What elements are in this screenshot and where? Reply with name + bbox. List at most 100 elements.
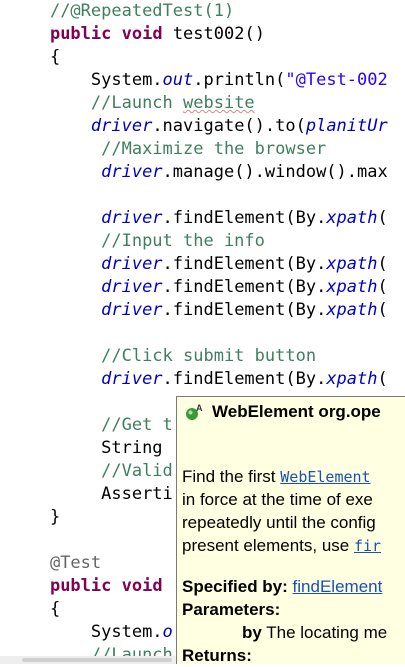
code-token: driver xyxy=(101,254,163,274)
code-line[interactable]: //Valid xyxy=(9,460,173,483)
code-line[interactable]: //Maximize the browser xyxy=(9,138,326,161)
code-token: Asserti xyxy=(101,484,173,504)
code-token: //Maximize the browser xyxy=(101,139,327,159)
popup-desc-line-1: Find the first WebElement xyxy=(182,465,371,488)
code-token: xpath xyxy=(326,300,378,320)
code-line[interactable]: //@RepeatedTest(1) xyxy=(9,0,234,23)
code-token: xpath xyxy=(326,277,378,297)
code-token: ( xyxy=(377,369,388,389)
specified-by-row: Specified by: findElement xyxy=(182,575,382,598)
scrollbar-thumb[interactable] xyxy=(22,658,172,662)
code-line[interactable]: driver.findElement(By.xpath( xyxy=(9,368,388,391)
code-token: .findElement(By. xyxy=(162,254,327,274)
code-line[interactable]: //Launch website xyxy=(9,92,255,115)
code-line[interactable]: driver.findElement(By.xpath( xyxy=(9,207,388,230)
code-token: @Test xyxy=(49,553,102,573)
code-line[interactable]: driver.navigate().to(planitUr xyxy=(9,115,388,138)
code-token: o xyxy=(162,622,173,642)
code-token: .findElement(By. xyxy=(162,300,327,320)
code-line[interactable]: //Input the info xyxy=(9,230,265,253)
desc-text: present elements, use xyxy=(182,536,354,555)
code-line[interactable]: driver.findElement(By.xpath( xyxy=(9,276,388,299)
code-token: .findElement(By. xyxy=(162,369,327,389)
method-icon: A xyxy=(186,403,203,420)
code-token: void xyxy=(121,576,163,596)
code-token: test002() xyxy=(162,24,265,44)
code-token: ( xyxy=(377,254,388,274)
code-line[interactable]: @Test xyxy=(9,552,101,575)
code-line[interactable]: String xyxy=(9,437,163,460)
code-token: out xyxy=(162,70,194,90)
webelement-link[interactable]: WebElement xyxy=(280,468,370,486)
code-line[interactable]: driver.findElement(By.xpath( xyxy=(9,253,388,276)
code-token: .println( xyxy=(193,70,286,90)
code-line[interactable]: System.o xyxy=(9,621,173,644)
code-line[interactable]: driver.findElement(By.xpath( xyxy=(9,299,388,322)
code-token: { xyxy=(49,47,61,67)
desc-text: Find the first xyxy=(182,467,281,486)
code-line[interactable]: public void xyxy=(9,575,163,598)
code-token: //Launch xyxy=(90,93,184,113)
code-line[interactable]: driver.manage().window().max xyxy=(9,161,388,184)
specified-by-link[interactable]: findElement xyxy=(293,577,383,596)
code-token: //Get t xyxy=(101,415,173,435)
code-token: ( xyxy=(377,208,388,228)
code-token: driver xyxy=(90,116,153,136)
code-token: public xyxy=(49,24,112,44)
code-token: System. xyxy=(90,622,163,642)
code-token: //Input the info xyxy=(101,231,265,251)
code-token: xpath xyxy=(326,208,378,228)
popup-header: A WebElement org.ope xyxy=(177,397,405,427)
code-token: website xyxy=(183,93,255,113)
javadoc-hover-popup[interactable]: A WebElement org.ope Find the first WebE… xyxy=(176,396,405,664)
parameter-row: by The locating me xyxy=(242,621,387,644)
code-line[interactable]: //Click submit button xyxy=(9,345,316,368)
code-token: //@RepeatedTest(1) xyxy=(49,1,235,21)
code-token: String xyxy=(101,438,163,458)
code-token: System. xyxy=(90,70,163,90)
code-token: } xyxy=(49,507,61,527)
popup-desc-line-2: in force at the time of exe xyxy=(182,490,373,509)
code-token: planitUr xyxy=(305,116,388,136)
code-line[interactable]: System.out.println("@Test-002 xyxy=(9,69,388,92)
code-line[interactable]: //Get t xyxy=(9,414,173,437)
code-token: ( xyxy=(377,277,388,297)
code-token: //Valid xyxy=(101,461,173,481)
code-line[interactable]: { xyxy=(9,598,60,621)
code-token: ( xyxy=(377,300,388,320)
specified-by-label: Specified by: xyxy=(182,577,288,596)
parameters-label: Parameters: xyxy=(182,600,281,619)
code-line[interactable]: public void test002() xyxy=(9,23,265,46)
code-line[interactable]: { xyxy=(9,46,60,69)
find-elements-link[interactable]: fir xyxy=(354,537,381,555)
code-token: driver xyxy=(101,369,163,389)
code-line[interactable]: } xyxy=(9,506,60,529)
code-line[interactable]: Asserti xyxy=(9,483,173,506)
code-token: xpath xyxy=(326,369,378,389)
code-token: //Click submit button xyxy=(101,346,317,366)
code-token: void xyxy=(121,24,163,44)
code-token: .findElement(By. xyxy=(162,208,327,228)
popup-title: WebElement org.ope xyxy=(212,402,381,421)
